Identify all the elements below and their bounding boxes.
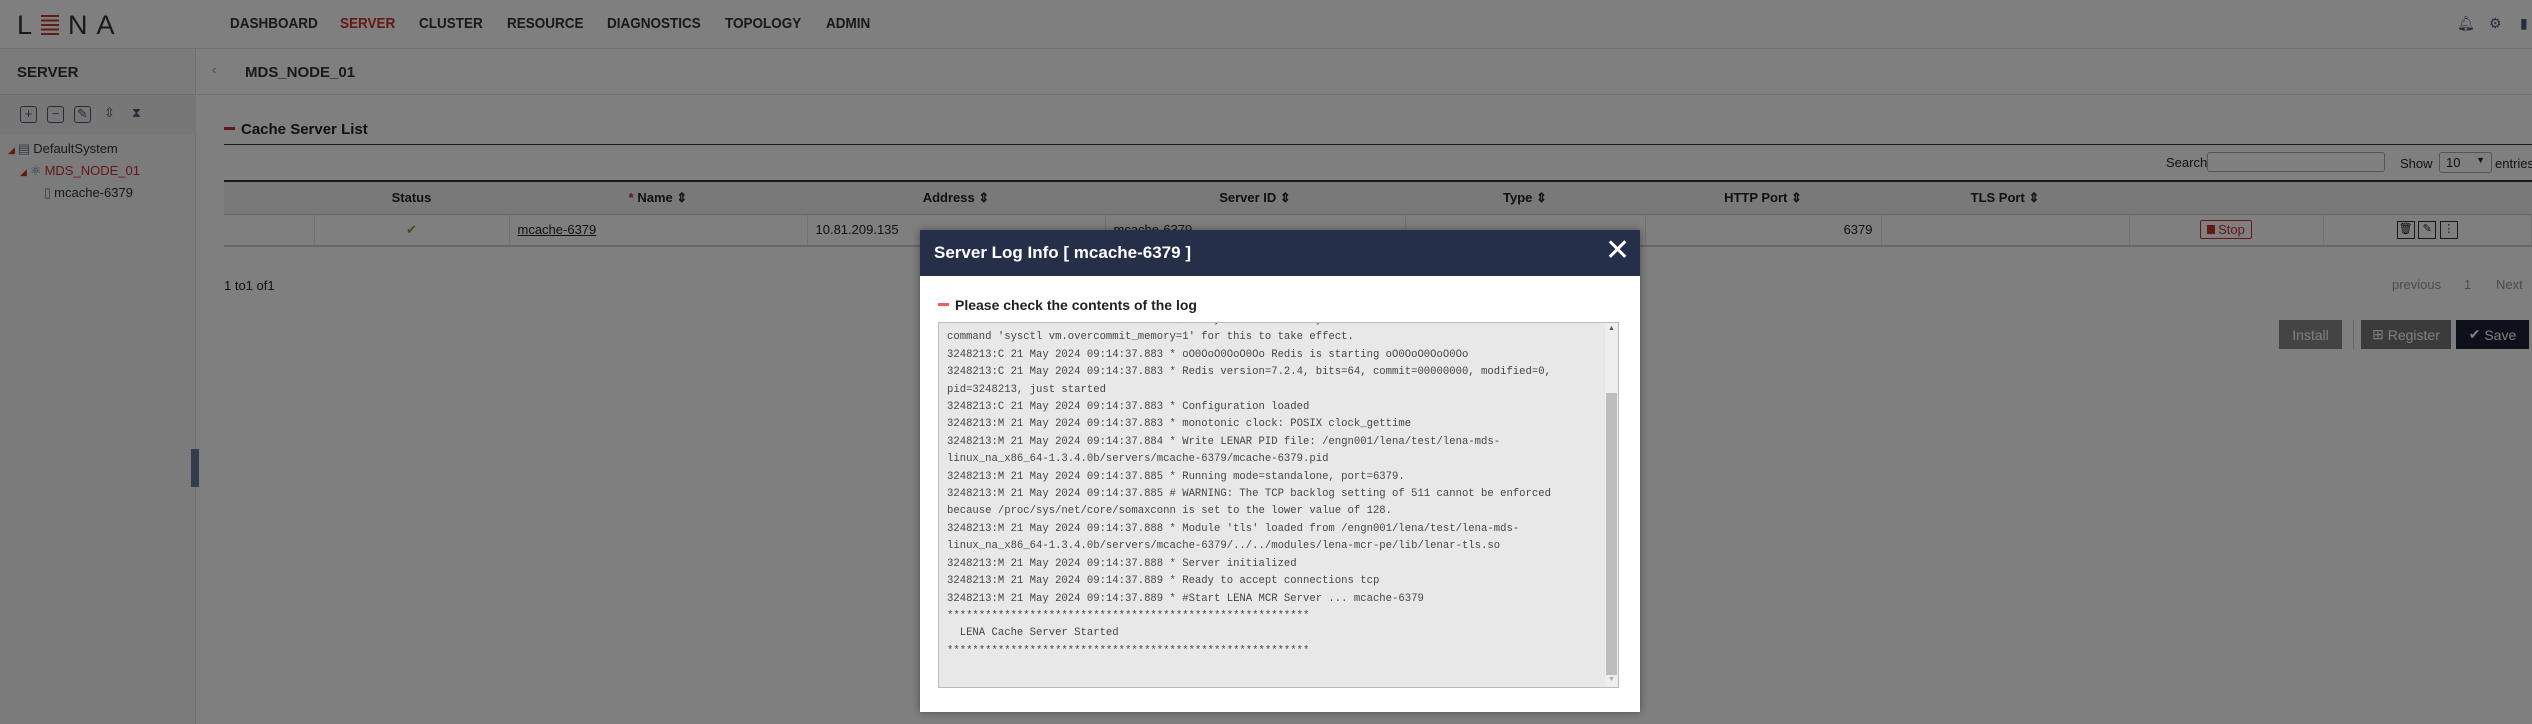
scroll-down-icon: ▼ bbox=[1608, 676, 1615, 683]
log-content: to fix this issue add 'vm.overcommit_mem… bbox=[947, 323, 1551, 657]
dialog-title: Server Log Info [ mcache-6379 ] bbox=[934, 243, 1191, 262]
scrollbar-thumb[interactable] bbox=[1606, 393, 1617, 675]
scroll-up-icon: ▲ bbox=[1608, 325, 1615, 332]
log-textarea[interactable]: to fix this issue add 'vm.overcommit_mem… bbox=[938, 322, 1619, 688]
dialog-subtitle: Please check the contents of the log bbox=[938, 297, 1197, 313]
log-scrollbar[interactable]: ▲ ▼ bbox=[1605, 323, 1618, 687]
server-log-dialog: Server Log Info [ mcache-6379 ] ✕ Please… bbox=[920, 230, 1640, 712]
dialog-header: Server Log Info [ mcache-6379 ] bbox=[920, 230, 1640, 276]
close-icon[interactable]: ✕ bbox=[1605, 236, 1630, 266]
